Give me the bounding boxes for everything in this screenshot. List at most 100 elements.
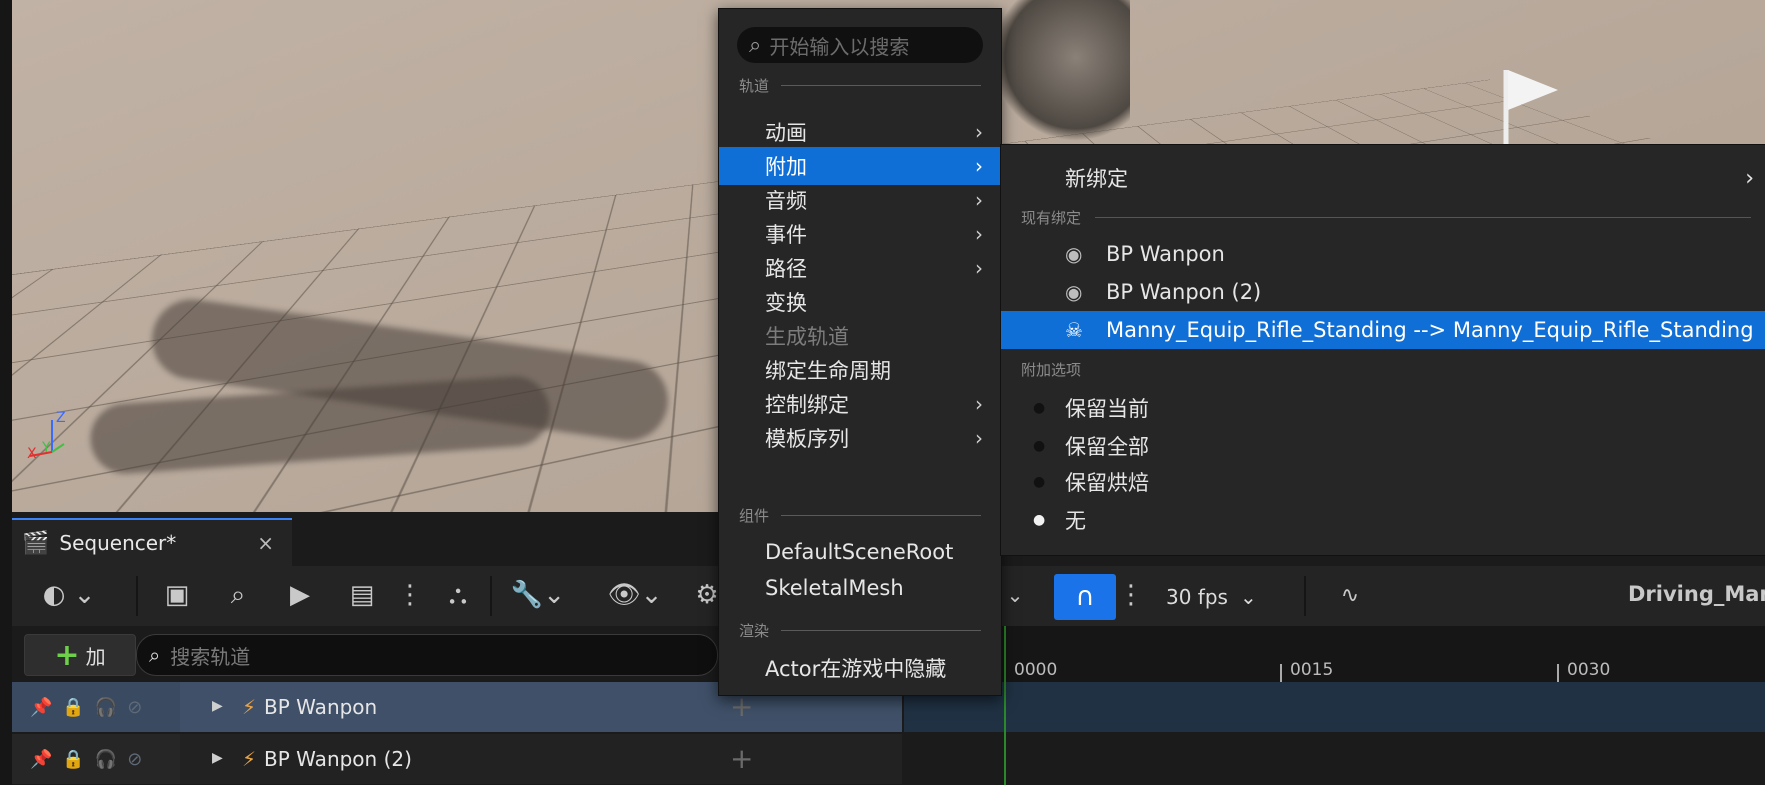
track-name-label: BP Wanpon (2) bbox=[264, 747, 412, 771]
menu-item-actor-hidden-in-game[interactable]: Actor在游戏中隐藏 bbox=[719, 649, 1001, 687]
snap-magnet-icon[interactable]: ∩ bbox=[1054, 574, 1116, 620]
add-track-context-menu: ⌕ 开始输入以搜索 轨道 动画 › 附加 › 音频 › 事件 › 路径 › 变换 生成轨道… bbox=[718, 8, 1002, 696]
character-mesh[interactable] bbox=[995, 0, 1130, 144]
new-binding-item[interactable]: 新绑定 › bbox=[1001, 159, 1765, 197]
menu-item-component[interactable]: DefaultSceneRoot bbox=[719, 533, 1001, 571]
menu-item-label: Manny_Equip_Rifle_Standing --> Manny_Equ… bbox=[1106, 318, 1754, 342]
camera-icon[interactable]: ▶ bbox=[280, 572, 320, 618]
mute-icon[interactable]: ⊘ bbox=[127, 749, 142, 770]
menu-item-label: 音频 bbox=[765, 189, 807, 213]
menu-item-attach[interactable]: 附加 › bbox=[719, 147, 1001, 185]
existing-binding-item[interactable]: ◉ BP Wanpon (2) bbox=[1001, 273, 1765, 311]
menu-item-label: BP Wanpon bbox=[1106, 242, 1225, 266]
chevron-right-icon: › bbox=[975, 392, 983, 416]
menu-item-path[interactable]: 路径 › bbox=[719, 249, 1001, 287]
menu-item-label: BP Wanpon (2) bbox=[1106, 280, 1262, 304]
existing-binding-item[interactable]: ◉ BP Wanpon bbox=[1001, 235, 1765, 273]
close-icon[interactable]: × bbox=[257, 531, 274, 555]
clapperboard-icon: 🎬 bbox=[22, 530, 50, 556]
tab-sequencer[interactable]: 🎬 Sequencer* × bbox=[12, 518, 292, 566]
menu-item-event[interactable]: 事件 › bbox=[719, 215, 1001, 253]
menu-item-label: 动画 bbox=[765, 121, 807, 145]
more-options-icon[interactable]: ⋮ bbox=[397, 572, 423, 618]
chevron-right-icon: › bbox=[975, 188, 983, 212]
mute-icon[interactable]: ⊘ bbox=[127, 697, 142, 718]
attach-option-none[interactable]: ● 无 bbox=[1001, 501, 1765, 539]
world-dropdown-icon[interactable]: ◐ ⌄ bbox=[34, 572, 104, 618]
left-panel-edge bbox=[0, 0, 12, 785]
menu-item-binding-lifetime[interactable]: 绑定生命周期 bbox=[719, 351, 1001, 389]
lock-icon[interactable]: 🔒 bbox=[62, 749, 84, 770]
playhead-line[interactable] bbox=[1004, 626, 1006, 785]
menu-item-label: DefaultSceneRoot bbox=[765, 540, 954, 564]
chevron-right-icon: › bbox=[975, 154, 983, 178]
add-track-button[interactable]: + 加 bbox=[24, 634, 136, 676]
attach-option-keep-all[interactable]: ● 保留全部 bbox=[1001, 427, 1765, 465]
tab-title: Sequencer* bbox=[59, 531, 177, 555]
headphones-icon[interactable]: 🎧 bbox=[95, 697, 117, 718]
toolbar-separator bbox=[136, 576, 138, 616]
render-movie-icon[interactable]: ▤ bbox=[342, 572, 382, 618]
chevron-right-icon: › bbox=[975, 222, 983, 246]
menu-item-transform[interactable]: 变换 bbox=[719, 283, 1001, 321]
track-lane[interactable] bbox=[904, 734, 1765, 784]
plus-icon: + bbox=[54, 637, 80, 673]
section-label: 组件 bbox=[739, 506, 770, 525]
track-row[interactable]: 📌 🔒 🎧 ⊘ ▶ ⚡ BP Wanpon (2) + bbox=[12, 734, 902, 784]
menu-item-label: 控制绑定 bbox=[765, 393, 849, 417]
track-name: ⚡ BP Wanpon bbox=[242, 682, 377, 732]
menu-item-label: 保留全部 bbox=[1065, 435, 1149, 459]
menu-item-component[interactable]: SkeletalMesh bbox=[719, 569, 1001, 607]
menu-search-input[interactable]: ⌕ 开始输入以搜索 bbox=[737, 27, 983, 63]
track-search-input[interactable]: ⌕ 搜索轨道 bbox=[136, 634, 718, 676]
add-subtrack-button[interactable]: + bbox=[730, 742, 753, 775]
menu-search-placeholder: 开始输入以搜索 bbox=[769, 34, 910, 59]
radio-icon: ● bbox=[1033, 400, 1046, 416]
view-dropdown-icon[interactable]: 👁⌄ bbox=[600, 572, 670, 618]
divider bbox=[781, 514, 981, 516]
track-search-placeholder: 搜索轨道 bbox=[170, 644, 251, 669]
menu-item-label: SkeletalMesh bbox=[765, 576, 904, 600]
section-label: 渲染 bbox=[739, 621, 770, 640]
attach-option-keep-current[interactable]: ● 保留当前 bbox=[1001, 389, 1765, 427]
timeline-ruler[interactable]: 0000 0015 0030 bbox=[904, 626, 1765, 684]
menu-item-audio[interactable]: 音频 › bbox=[719, 181, 1001, 219]
lock-icon[interactable]: 🔒 bbox=[62, 697, 84, 718]
section-header-tracks: 轨道 bbox=[739, 75, 981, 95]
curve-editor-icon[interactable]: ∿ bbox=[1330, 572, 1370, 618]
expand-arrow-icon[interactable]: ▶ bbox=[212, 750, 223, 766]
chevron-down-icon[interactable]: ⌄ bbox=[1000, 572, 1030, 618]
svg-text:X: X bbox=[27, 446, 37, 460]
menu-item-label: 保留当前 bbox=[1065, 397, 1149, 421]
menu-item-control-rig[interactable]: 控制绑定 › bbox=[719, 385, 1001, 423]
section-header-existing-bindings: 现有绑定 bbox=[1021, 207, 1751, 227]
menu-item-label: 模板序列 bbox=[765, 427, 849, 451]
settings-icon[interactable]: ⚙ bbox=[695, 572, 718, 618]
find-in-content-icon[interactable]: ⌕ bbox=[218, 572, 258, 618]
blueprint-actor-icon: ⚡ bbox=[242, 747, 257, 771]
menu-item-animation[interactable]: 动画 › bbox=[719, 113, 1001, 151]
search-icon: ⌕ bbox=[749, 32, 762, 58]
menu-item-template-sequence[interactable]: 模板序列 › bbox=[719, 419, 1001, 457]
headphones-icon[interactable]: 🎧 bbox=[95, 749, 117, 770]
track-lane[interactable] bbox=[904, 682, 1765, 732]
menu-item-spawn-track: 生成轨道 bbox=[719, 317, 1001, 355]
snap-options-icon[interactable]: ⋮ bbox=[1118, 572, 1144, 618]
hierarchy-icon[interactable]: ⛬ bbox=[438, 572, 478, 618]
actor-sphere-icon: ◉ bbox=[1065, 280, 1083, 304]
pin-icon[interactable]: 📌 bbox=[30, 697, 52, 718]
existing-binding-item[interactable]: ☠ Manny_Equip_Rifle_Standing --> Manny_Eq… bbox=[1001, 311, 1765, 349]
search-icon: ⌕ bbox=[149, 643, 161, 667]
fps-label: 30 fps bbox=[1166, 585, 1228, 609]
attach-option-keep-baked[interactable]: ● 保留烘焙 bbox=[1001, 463, 1765, 501]
divider bbox=[1095, 369, 1751, 370]
menu-item-label: Actor在游戏中隐藏 bbox=[765, 657, 947, 681]
expand-arrow-icon[interactable]: ▶ bbox=[212, 698, 223, 714]
tools-dropdown-icon[interactable]: 🔧⌄ bbox=[508, 572, 568, 618]
menu-item-label: 路径 bbox=[765, 257, 807, 281]
fps-selector[interactable]: 30 fps ⌄ bbox=[1166, 578, 1257, 616]
svg-text:Z: Z bbox=[56, 410, 66, 426]
pin-icon[interactable]: 📌 bbox=[30, 749, 52, 770]
save-icon[interactable]: ▣ bbox=[162, 572, 192, 618]
attach-submenu: 新绑定 › 现有绑定 ◉ BP Wanpon ◉ BP Wanpon (2) ☠ Ma… bbox=[1000, 144, 1765, 556]
